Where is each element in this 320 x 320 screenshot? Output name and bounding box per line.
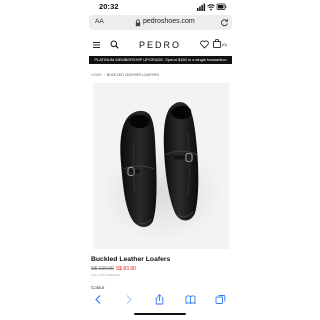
search-icon[interactable]	[110, 40, 119, 49]
url-text[interactable]: pedroshoes.com	[143, 18, 195, 25]
sale-price: S$ 83.90	[115, 266, 136, 272]
status-bar: 20:32	[0, 0, 320, 14]
breadcrumb-current: BUCKLED LEATHER LOAFERS	[106, 73, 159, 77]
battery-icon	[216, 3, 227, 10]
text-size-button[interactable]: AA	[95, 18, 104, 25]
status-icons	[197, 3, 227, 11]
promo-banner[interactable]: PLATINUM MEMBERSHIP UPGRADE: Spend $180 …	[89, 56, 232, 64]
breadcrumb: HOME / BUCKLED LEATHER LOAFERS	[91, 73, 159, 77]
colour-label: Colour	[91, 285, 105, 290]
price-row: S$ 139.90 S$ 83.90	[91, 266, 136, 272]
back-icon[interactable]	[93, 294, 104, 305]
home-indicator[interactable]	[134, 313, 186, 315]
heart-icon[interactable]	[200, 40, 209, 49]
menu-icon[interactable]	[93, 42, 100, 48]
original-price: S$ 139.90	[91, 266, 114, 272]
tabs-icon[interactable]	[215, 294, 226, 305]
loafers-image	[99, 102, 223, 241]
site-header: PEDRO (0)	[89, 36, 232, 54]
brand-logo[interactable]: PEDRO	[139, 40, 181, 50]
browser-toolbar	[89, 291, 232, 309]
breadcrumb-home[interactable]: HOME	[91, 73, 102, 77]
bag-icon[interactable]	[213, 39, 221, 48]
bookmarks-icon[interactable]	[185, 294, 196, 305]
signal-icon	[197, 3, 206, 11]
product-title: Buckled Leather Loafers	[91, 256, 171, 263]
share-icon[interactable]	[154, 294, 165, 305]
address-bar[interactable]: AA pedroshoes.com	[89, 15, 232, 30]
bag-count[interactable]: (0)	[222, 42, 227, 47]
lock-icon	[135, 19, 141, 27]
status-time: 20:32	[99, 2, 119, 11]
forward-icon[interactable]	[123, 294, 134, 305]
reload-icon[interactable]	[220, 18, 229, 27]
breadcrumb-separator: /	[103, 73, 105, 77]
wifi-icon	[207, 4, 215, 11]
style-number: Style: PM1-46600065	[91, 273, 120, 277]
product-image[interactable]	[93, 83, 229, 249]
